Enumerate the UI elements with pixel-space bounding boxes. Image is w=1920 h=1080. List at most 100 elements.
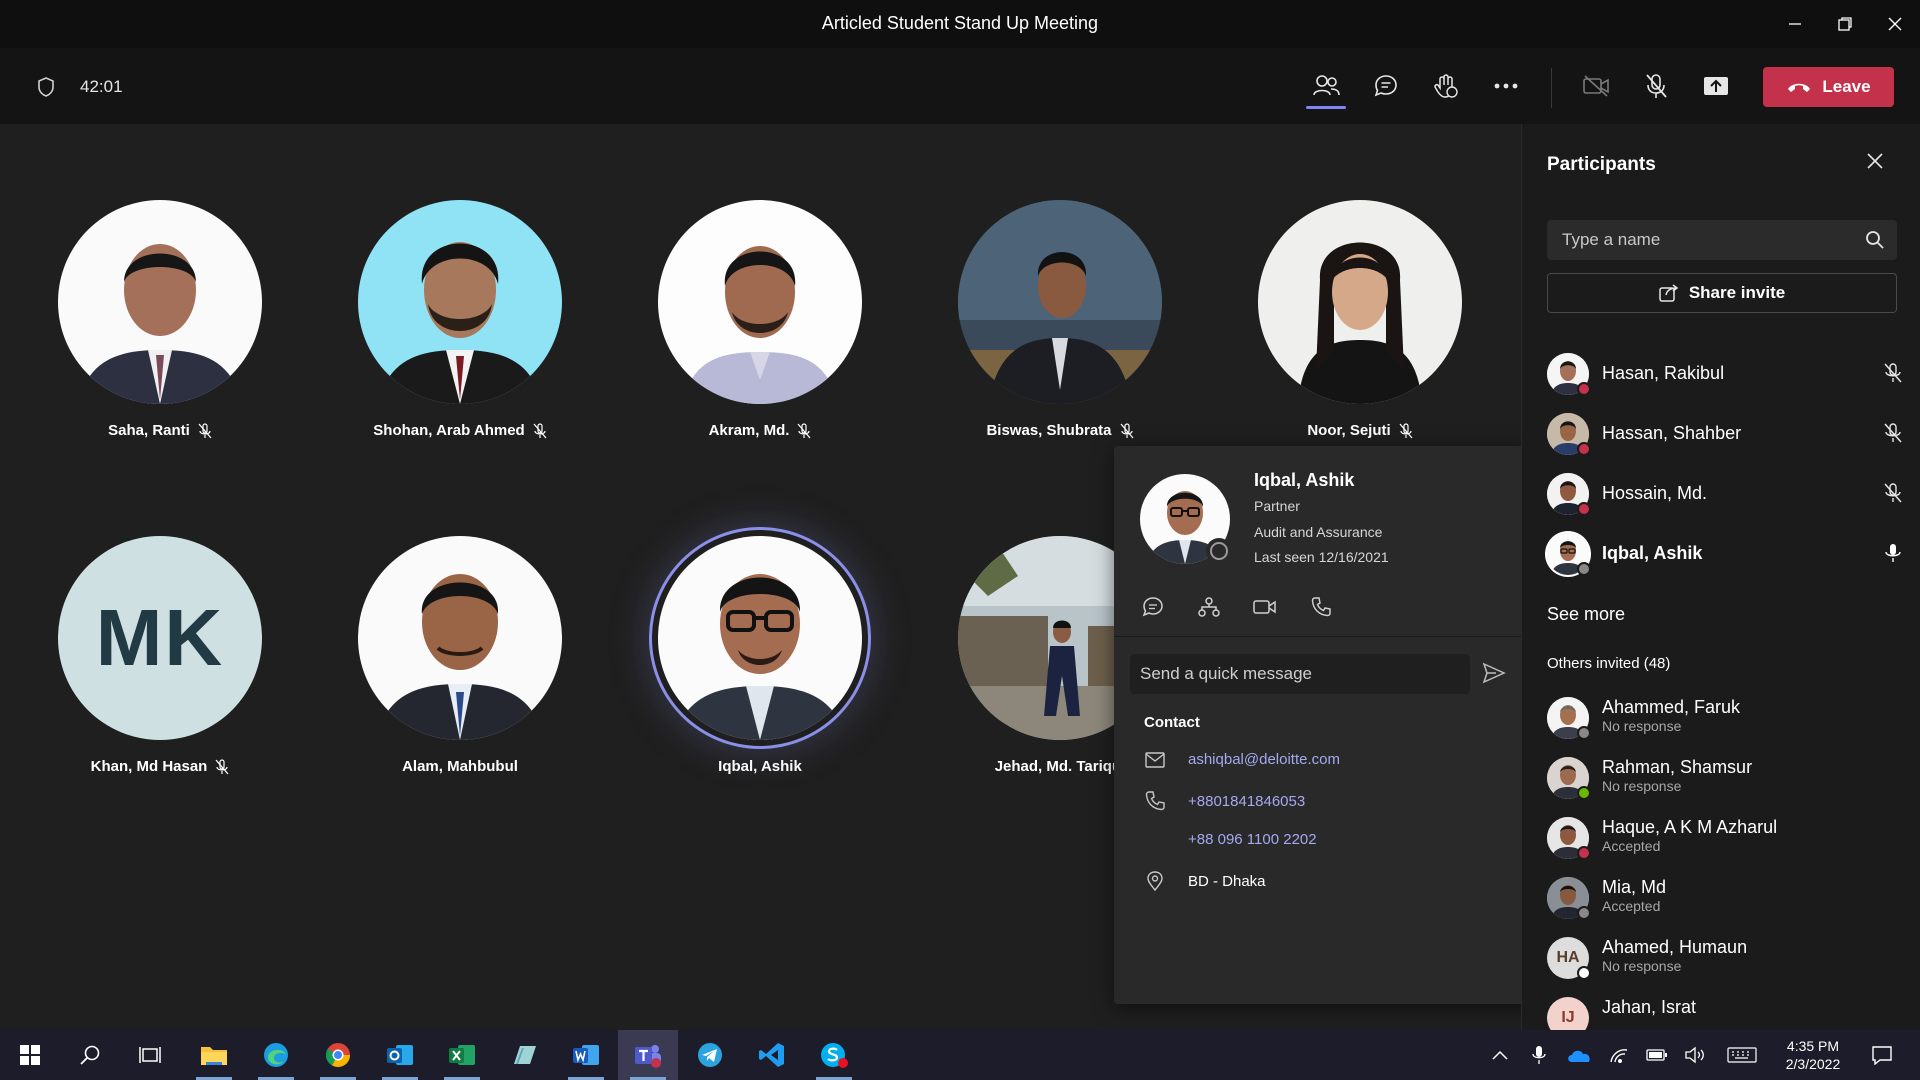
show-hidden-icons-button[interactable] <box>1484 1030 1516 1080</box>
chevron-up-icon <box>1492 1050 1508 1060</box>
participants-panel: Participants Type a name Share invite Ha… <box>1521 124 1920 1030</box>
participant-name: Khan, Md Hasan <box>90 758 208 775</box>
participant-name: Jahan, Israt <box>1602 997 1697 1017</box>
invited-row[interactable]: HA Ahamed, Humaun No response <box>1547 934 1907 982</box>
notification-icon <box>1872 1046 1892 1065</box>
mic-off-icon <box>797 422 811 439</box>
profile-department: Audit and Assurance <box>1254 524 1383 540</box>
initials-avatar: IJ <box>1547 997 1589 1030</box>
mic-off-icon <box>215 758 229 775</box>
see-more-link[interactable]: See more <box>1547 604 1625 625</box>
close-window-button[interactable] <box>1873 8 1917 40</box>
presence-busy-icon <box>1577 846 1591 860</box>
vscode-icon <box>759 1043 784 1067</box>
taskbar-clock[interactable]: 4:35 PM 2/3/2022 <box>1770 1037 1856 1073</box>
participant-search-input[interactable]: Type a name <box>1547 220 1897 260</box>
show-participants-button[interactable] <box>1304 66 1348 109</box>
org-chart-icon[interactable] <box>1196 594 1222 620</box>
onedrive-icon[interactable] <box>1562 1030 1596 1080</box>
meeting-timer: 42:01 <box>80 77 123 96</box>
people-icon <box>1313 75 1340 96</box>
participant-tile[interactable]: MK Khan, Md Hasan <box>40 536 280 775</box>
participant-name: Jehad, Md. Tariqul <box>994 758 1126 775</box>
participant-tile[interactable]: Alam, Mahbubul <box>340 536 580 775</box>
participant-name: Mia, Md <box>1602 877 1667 897</box>
mic-toggle-button[interactable] <box>1634 66 1678 106</box>
participant-tile-speaking[interactable]: Iqbal, Ashik <box>640 536 880 775</box>
excel-app[interactable] <box>432 1030 492 1080</box>
file-explorer-app[interactable] <box>184 1030 244 1080</box>
mic-tray-icon[interactable] <box>1524 1030 1554 1080</box>
video-call-icon[interactable] <box>1252 594 1278 620</box>
volume-icon[interactable] <box>1680 1030 1710 1080</box>
avatar <box>358 536 562 740</box>
skype-app[interactable] <box>804 1030 864 1080</box>
share-tray-icon <box>1704 77 1728 95</box>
search-icon <box>80 1045 100 1065</box>
notes-app[interactable] <box>494 1030 554 1080</box>
share-icon <box>1659 284 1679 302</box>
word-app[interactable] <box>556 1030 616 1080</box>
show-chat-button[interactable] <box>1364 66 1408 106</box>
camera-toggle-button[interactable] <box>1574 66 1618 106</box>
card-divider <box>1114 636 1536 637</box>
contact-phone-link[interactable]: +8801841846053 <box>1188 793 1305 810</box>
invited-row[interactable]: Rahman, Shamsur No response <box>1547 754 1907 802</box>
invited-row[interactable]: Haque, A K M Azharul Accepted <box>1547 814 1907 862</box>
phone-call-icon[interactable] <box>1308 594 1334 620</box>
invited-row[interactable]: Mia, Md Accepted <box>1547 874 1907 922</box>
participant-row-selected[interactable]: Iqbal, Ashik <box>1547 530 1907 578</box>
start-button[interactable] <box>0 1030 60 1080</box>
outlook-app[interactable] <box>370 1030 430 1080</box>
participant-tile[interactable]: Akram, Md. <box>640 200 880 439</box>
contact-phone-link[interactable]: +88 096 1100 2202 <box>1188 831 1317 848</box>
invite-status: Accepted <box>1602 898 1661 914</box>
reactions-button[interactable] <box>1424 66 1468 106</box>
teams-app[interactable] <box>618 1030 678 1080</box>
taskbar-search-button[interactable] <box>60 1030 120 1080</box>
others-invited-heading[interactable]: Others invited (48) <box>1547 655 1670 672</box>
participant-tile[interactable]: Biswas, Shubrata <box>940 200 1180 439</box>
more-actions-button[interactable] <box>1484 66 1528 106</box>
task-view-button[interactable] <box>120 1030 180 1080</box>
invited-row[interactable]: Ahammed, Faruk No response <box>1547 694 1907 742</box>
send-icon <box>1482 662 1506 684</box>
share-invite-button[interactable]: Share invite <box>1547 273 1897 313</box>
initials-avatar: MK <box>58 536 262 740</box>
share-screen-button[interactable] <box>1694 66 1738 106</box>
profile-actions <box>1140 594 1334 620</box>
chat-icon[interactable] <box>1140 594 1166 620</box>
close-panel-button[interactable] <box>1866 152 1884 175</box>
minimize-button[interactable] <box>1773 8 1817 40</box>
chrome-app[interactable] <box>308 1030 368 1080</box>
presence-offline-icon <box>1206 538 1232 564</box>
notifications-button[interactable] <box>1862 1030 1902 1080</box>
vscode-app[interactable] <box>742 1030 802 1080</box>
leave-button[interactable]: Leave <box>1763 67 1894 107</box>
quick-message-input[interactable]: Send a quick message <box>1130 654 1470 694</box>
participant-name: Hasan, Rakibul <box>1602 363 1725 383</box>
skype-icon <box>821 1043 848 1068</box>
profile-last-seen: Last seen 12/16/2021 <box>1254 549 1389 565</box>
restore-button[interactable] <box>1823 8 1867 40</box>
edge-app[interactable] <box>246 1030 306 1080</box>
invited-row[interactable]: IJ Jahan, Israt <box>1547 994 1907 1030</box>
participant-tile[interactable]: Noor, Sejuti <box>1240 200 1480 439</box>
window-title: Articled Student Stand Up Meeting <box>821 13 1099 33</box>
participant-row[interactable]: Hassan, Shahber <box>1547 410 1907 458</box>
participant-name: Ahamed, Humaun <box>1602 937 1748 957</box>
search-icon <box>1865 230 1885 255</box>
participant-row[interactable]: Hasan, Rakibul <box>1547 350 1907 398</box>
contact-email-link[interactable]: ashiqbal@deloitte.com <box>1188 751 1340 768</box>
participant-row[interactable]: Hossain, Md. <box>1547 470 1907 518</box>
send-button[interactable] <box>1482 662 1506 689</box>
telegram-app[interactable] <box>680 1030 740 1080</box>
participant-tile[interactable]: Saha, Ranti <box>40 200 280 439</box>
keyboard-icon[interactable] <box>1722 1030 1762 1080</box>
battery-icon[interactable] <box>1642 1030 1672 1080</box>
mic-off-icon <box>1120 422 1134 439</box>
profile-name[interactable]: Iqbal, Ashik <box>1254 470 1354 491</box>
participant-tile[interactable]: Shohan, Arab Ahmed <box>340 200 580 439</box>
clock-time: 4:35 PM <box>1786 1038 1840 1054</box>
wifi-icon[interactable] <box>1604 1030 1634 1080</box>
